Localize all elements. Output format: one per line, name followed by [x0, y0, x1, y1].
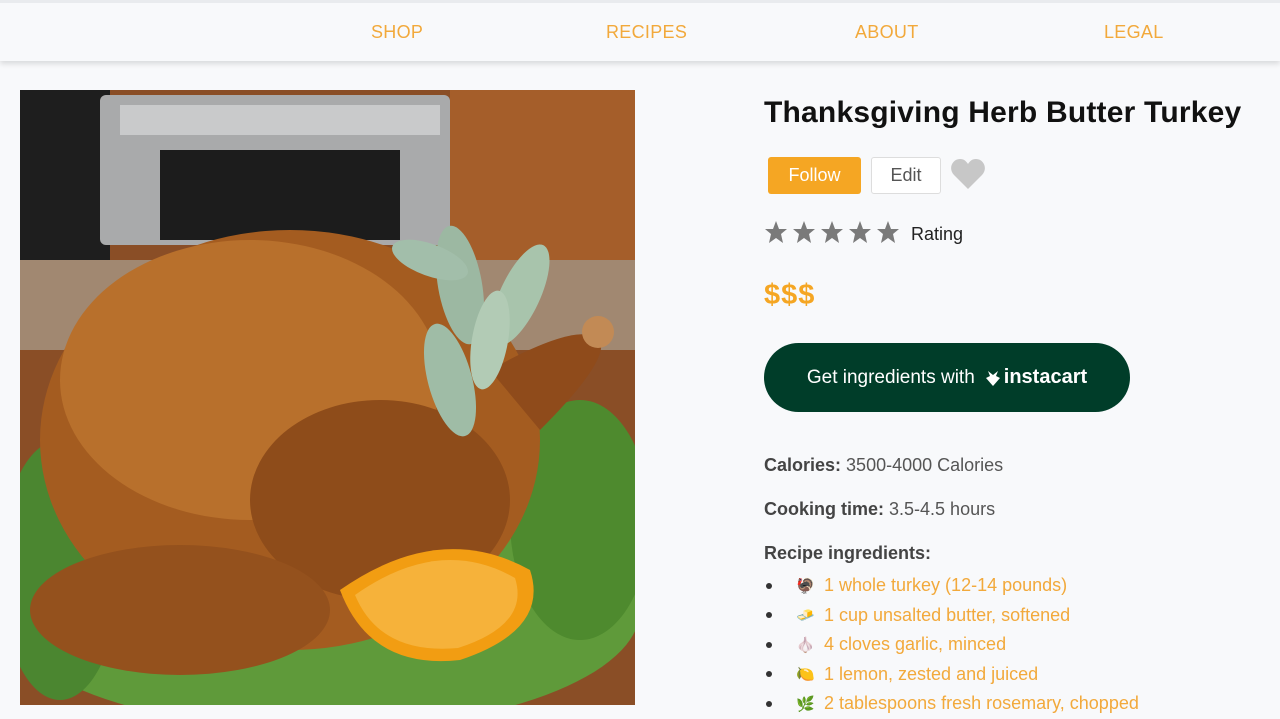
list-item[interactable]: 🧈 1 cup unsalted butter, softened: [764, 601, 1139, 631]
calories-line: Calories: 3500-4000 Calories: [764, 455, 1003, 476]
garlic-icon: 🧄: [796, 635, 815, 654]
star-icon[interactable]: [848, 220, 872, 244]
lemon-icon: 🍋: [796, 665, 815, 684]
list-item[interactable]: 🌿 2 tablespoons fresh rosemary, chopped: [764, 689, 1139, 719]
instacart-logo: instacart: [985, 366, 1087, 389]
recipe-title: Thanksgiving Herb Butter Turkey: [764, 96, 1242, 129]
cooking-time-line: Cooking time: 3.5-4.5 hours: [764, 499, 995, 520]
carrot-icon: [985, 370, 1000, 386]
herb-icon: 🌿: [796, 694, 815, 713]
star-icon[interactable]: [876, 220, 900, 244]
nav-link-legal[interactable]: LEGAL: [1104, 22, 1164, 43]
bullet-icon: [766, 612, 772, 619]
ingredient-text[interactable]: 4 cloves garlic, minced: [824, 634, 1006, 655]
calories-label: Calories:: [764, 455, 842, 475]
rating-label: Rating: [911, 224, 964, 244]
top-navigation: SHOP RECIPES ABOUT LEGAL: [0, 0, 1280, 61]
calories-value: 3500-4000 Calories: [846, 455, 1004, 475]
nav-link-shop[interactable]: SHOP: [371, 22, 423, 43]
turkey-icon: 🦃: [796, 576, 815, 595]
bullet-icon: [766, 582, 772, 589]
ingredients-list: 🦃 1 whole turkey (12-14 pounds) 🧈 1 cup …: [764, 571, 1139, 719]
star-icon[interactable]: [764, 220, 788, 244]
butter-icon: 🧈: [796, 606, 815, 625]
nav-link-recipes[interactable]: RECIPES: [606, 22, 687, 43]
instacart-button-label: Get ingredients with: [806, 366, 975, 388]
price-indicator: $$$: [764, 279, 816, 311]
recipe-photo: [20, 90, 635, 705]
instacart-brand-text: instacart: [1003, 366, 1088, 388]
star-icon[interactable]: [820, 220, 844, 244]
ingredient-text[interactable]: 1 cup unsalted butter, softened: [824, 605, 1070, 626]
ingredient-text[interactable]: 1 whole turkey (12-14 pounds): [824, 575, 1067, 596]
list-item[interactable]: 🍋 1 lemon, zested and juiced: [764, 660, 1139, 690]
cooking-time-label: Cooking time:: [764, 499, 884, 519]
bullet-icon: [766, 641, 772, 648]
ingredient-text[interactable]: 1 lemon, zested and juiced: [824, 664, 1038, 685]
list-item[interactable]: 🦃 1 whole turkey (12-14 pounds): [764, 571, 1139, 601]
follow-button[interactable]: Follow: [768, 157, 861, 194]
bullet-icon: [766, 671, 772, 678]
list-item[interactable]: 🧄 4 cloves garlic, minced: [764, 630, 1139, 660]
cooking-time-value: 3.5-4.5 hours: [889, 499, 996, 519]
heart-icon[interactable]: [950, 158, 986, 195]
ingredients-heading: Recipe ingredients:: [764, 543, 932, 563]
ingredient-text[interactable]: 2 tablespoons fresh rosemary, chopped: [824, 693, 1139, 714]
rating-stars[interactable]: [764, 220, 900, 244]
instacart-button[interactable]: Get ingredients with instacart: [764, 343, 1130, 412]
star-icon[interactable]: [792, 220, 816, 244]
bullet-icon: [766, 700, 772, 707]
nav-link-about[interactable]: ABOUT: [855, 22, 919, 43]
edit-button[interactable]: Edit: [871, 157, 941, 194]
